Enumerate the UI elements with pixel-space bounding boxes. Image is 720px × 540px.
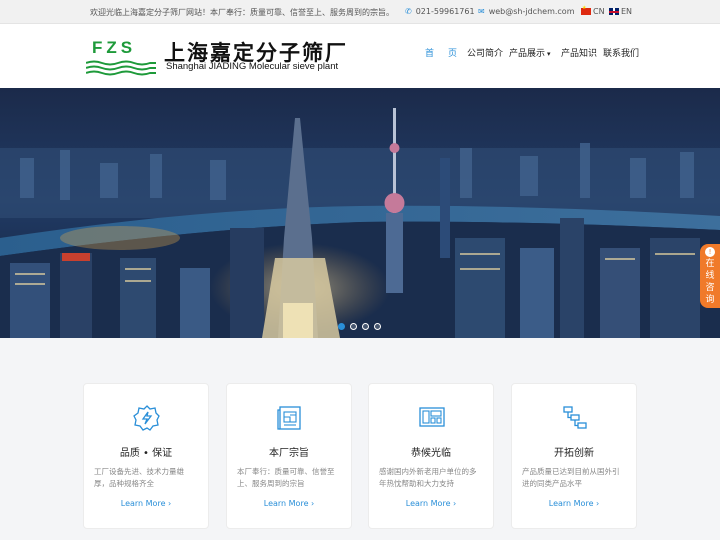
slide-dot-1[interactable] [338, 323, 345, 330]
nav-knowledge[interactable]: 产品知识 [561, 46, 597, 59]
learn-more-label: Learn More [405, 499, 451, 508]
nav-products-label: 产品展示 [509, 49, 546, 59]
feature-card-welcome: 恭候光临 感谢国内外新老用户单位的多年热忱帮助和大力支持 Learn More … [368, 383, 494, 529]
welcome-text: 欢迎光临上海嘉定分子筛厂网站！本厂奉行：质量可靠、信誉至上、服务周到的宗旨。 [90, 8, 394, 17]
phone-icon: ✆ [405, 7, 412, 16]
lightning-badge-icon [133, 405, 160, 431]
learn-more-link[interactable]: Learn More › [512, 499, 636, 508]
flowchart-icon [563, 406, 587, 429]
logo-english-name: Shanghai JIADING Molecular sieve plant [166, 61, 339, 72]
lang-en-link[interactable]: EN [609, 7, 632, 16]
lang-cn-link[interactable]: CN [581, 5, 605, 16]
arrow-right-icon: › [311, 499, 315, 508]
nav-products[interactable]: 产品展示 ▾ [509, 46, 551, 59]
learn-more-link[interactable]: Learn More › [84, 499, 208, 508]
learn-more-link[interactable]: Learn More › [369, 499, 493, 508]
lang-cn-label: CN [593, 7, 605, 16]
email-address: web@sh-jdchem.com [488, 7, 575, 16]
uk-flag-icon [609, 8, 619, 15]
online-consult-label: 在线咨询 [705, 259, 715, 305]
lang-en-label: EN [621, 7, 633, 16]
top-bar: 欢迎光临上海嘉定分子筛厂网站！本厂奉行：质量可靠、信誉至上、服务周到的宗旨。 ✆… [0, 0, 720, 24]
card-title: 品质 • 保证 [119, 448, 173, 459]
card-description: 产品质量已达到目前从国外引进的同类产品水平 [522, 467, 620, 488]
feature-card-tenet: 本厂宗旨 本厂奉行：质量可靠、信誉至上、服务周到的宗旨 Learn More › [226, 383, 352, 529]
chevron-down-icon: ▾ [547, 50, 551, 58]
online-consult-button[interactable]: ! 在线咨询 [700, 244, 720, 308]
phone-number: 021-59961761 [415, 7, 475, 16]
arrow-right-icon: › [168, 499, 172, 508]
card-description: 感谢国内外新老用户单位的多年热忱帮助和大力支持 [379, 467, 477, 488]
email-contact[interactable]: ✉ web@sh-jdchem.com [478, 7, 574, 16]
blueprint-icon [277, 406, 301, 430]
slide-dot-2[interactable] [350, 323, 357, 330]
slide-dot-3[interactable] [362, 323, 369, 330]
shanghai-skyline-image [0, 88, 720, 338]
card-description: 工厂设备先进、技术力量雄厚，品种规格齐全 [94, 467, 184, 488]
learn-more-link[interactable]: Learn More › [227, 499, 351, 508]
arrow-right-icon: › [453, 499, 457, 508]
hero-banner[interactable] [0, 88, 720, 338]
card-title: 本厂宗旨 [269, 448, 309, 459]
logo-mark: FZS [92, 38, 137, 57]
card-title: 恭候光临 [411, 448, 451, 459]
nav-home[interactable]: 首页 [425, 46, 471, 59]
nav-about[interactable]: 公司简介 [467, 46, 503, 59]
mail-icon: ✉ [478, 7, 485, 16]
arrow-right-icon: › [596, 499, 600, 508]
card-description: 本厂奉行：质量可靠、信誉至上、服务周到的宗旨 [237, 467, 335, 488]
site-logo[interactable]: FZS 上海嘉定分子筛厂 Shanghai JIADING Molecular … [86, 38, 356, 78]
card-title: 开拓创新 [554, 448, 594, 459]
feature-card-innovation: 开拓创新 产品质量已达到目前从国外引进的同类产品水平 Learn More › [511, 383, 637, 529]
site-header: FZS 上海嘉定分子筛厂 Shanghai JIADING Molecular … [0, 24, 720, 88]
waves-icon [86, 60, 156, 76]
nav-contact[interactable]: 联系我们 [603, 46, 639, 59]
learn-more-label: Learn More [120, 499, 166, 508]
feature-card-quality: 品质 • 保证 工厂设备先进、技术力量雄厚，品种规格齐全 Learn More … [83, 383, 209, 529]
chat-icon: ! [705, 247, 715, 257]
phone-contact[interactable]: ✆ 021-59961761 [405, 7, 475, 16]
learn-more-label: Learn More [263, 499, 309, 508]
china-flag-icon [581, 5, 591, 15]
learn-more-label: Learn More [548, 499, 594, 508]
layout-icon [419, 407, 445, 427]
slide-dot-4[interactable] [374, 323, 381, 330]
